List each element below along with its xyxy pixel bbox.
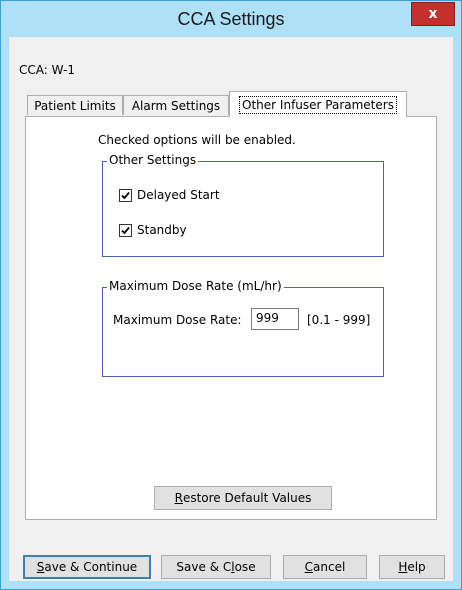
help-mnemonic: H [398,560,408,574]
group-title: Maximum Dose Rate (mL/hr) [107,279,284,293]
cancel-button[interactable]: Cancel [283,555,367,579]
window-title: CCA Settings [177,9,285,29]
delayed-start-checkbox[interactable] [119,188,132,202]
save-continue-label: ave & Continue [44,560,138,574]
checkmark-icon [121,226,130,234]
tab-panel: Checked options will be enabled. Other S… [25,116,437,520]
max-dose-rate-input[interactable]: 999 [251,308,299,330]
delayed-start-label: Delayed Start [137,188,220,202]
tab-label: Alarm Settings [131,98,221,113]
standby-checkbox[interactable] [119,223,132,237]
max-dose-rate-range: [0.1 - 999] [307,313,371,327]
save-continue-button[interactable]: Save & Continue [23,555,151,579]
tab-alarm-settings[interactable]: Alarm Settings [123,95,229,115]
help-label: elp [407,560,426,574]
help-button[interactable]: Help [379,555,445,579]
tab-patient-limits[interactable]: Patient Limits [27,95,123,115]
standby-label: Standby [137,223,187,237]
save-continue-mnemonic: S [36,560,45,574]
restore-mnemonic: R [174,491,183,505]
tab-label: Other Infuser Parameters [239,95,397,114]
dialog-client-area: CCA: W-1 Patient Limits Alarm Settings O… [9,37,453,581]
other-settings-group: Other Settings Delayed Start Standby [102,153,384,257]
cancel-mnemonic: C [304,560,314,574]
standby-option[interactable]: Standby [119,223,187,237]
max-dose-rate-label: Maximum Dose Rate: [113,313,242,327]
title-bar[interactable]: CCA Settings x [1,1,461,37]
checkmark-icon [121,191,130,199]
delayed-start-option[interactable]: Delayed Start [119,188,220,202]
enabled-hint-text: Checked options will be enabled. [98,133,296,147]
save-close-label-start: Save & C [176,560,232,574]
close-button[interactable]: x [411,2,455,26]
restore-label: estore Default Values [182,491,312,505]
close-icon: x [428,6,438,22]
tab-label: Patient Limits [34,98,116,113]
cca-settings-window: CCA Settings x CCA: W-1 Patient Limits A… [0,0,462,590]
cancel-label: ancel [313,560,346,574]
max-dose-rate-group: Maximum Dose Rate (mL/hr) Maximum Dose R… [102,279,384,377]
tab-other-infuser-parameters[interactable]: Other Infuser Parameters [229,91,407,117]
save-close-button[interactable]: Save & Cl ose [161,555,271,579]
restore-default-values-button[interactable]: Restore Default Values [154,486,332,510]
cca-label: CCA: W-1 [19,63,75,77]
group-title: Other Settings [107,153,199,167]
save-close-label-end: ose [234,560,256,574]
